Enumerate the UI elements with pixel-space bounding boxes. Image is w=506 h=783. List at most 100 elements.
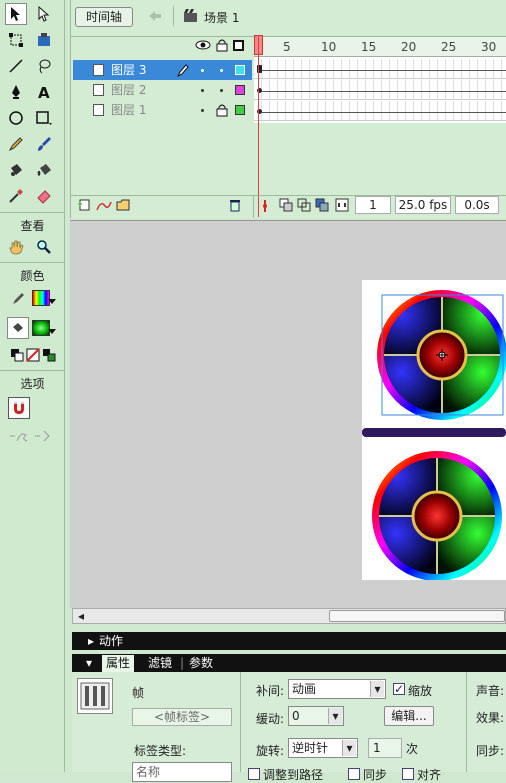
lock-dot[interactable] [220,89,223,92]
frame-row[interactable] [254,59,506,79]
add-layer-icon[interactable] [77,198,93,215]
layer-name: 图层 1 [111,103,147,117]
tools-panel: A 查看 颜色 选项 [0,0,65,772]
rotate-label: 旋转: [256,744,285,758]
smooth-icon[interactable] [8,425,30,447]
zoom-tool-icon[interactable] [33,236,55,258]
frame-rate-field[interactable]: 25.0 fps [395,196,451,214]
gradient-transform-tool-icon[interactable] [33,29,55,51]
stage-artwork [362,290,506,581]
subselection-tool-icon[interactable] [33,3,55,25]
layer-color-square[interactable] [235,65,245,75]
chevron-down-icon [48,329,56,334]
scroll-thumb[interactable] [329,610,505,622]
scale-label: 缩放 [408,684,433,698]
frame-ruler[interactable]: 1 5 10 15 20 25 30 [254,37,506,57]
expand-arrow-icon: ▸ [88,634,95,648]
snap-checkbox[interactable] [402,768,414,780]
line-tool-icon[interactable] [5,55,27,77]
ink-bottle-tool-icon[interactable] [5,159,27,181]
tab-parameters[interactable]: 参数 [189,654,213,672]
rotate-count-field[interactable]: 1 [368,738,402,758]
rotate-value: 逆时针 [292,741,329,755]
color-wheel-bottom [372,451,502,581]
straighten-icon[interactable] [33,425,55,447]
ruler-label: 10 [321,40,337,54]
frame-label-input[interactable]: <帧标签> [132,708,232,726]
onion-skin-icon[interactable] [279,198,293,215]
stroke-color-pencil-icon [8,287,30,309]
visibility-dot[interactable] [201,109,204,112]
times-label: 次 [406,742,419,756]
brush-tool-icon[interactable] [33,133,55,155]
center-frame-icon[interactable] [260,199,270,216]
current-frame-field[interactable]: 1 [355,196,391,214]
hand-tool-icon[interactable] [5,236,27,258]
delete-layer-icon[interactable] [228,198,242,215]
label-type-select[interactable]: 名称 [132,762,232,782]
actions-panel-bar[interactable]: ▸ 动作 [72,632,506,650]
lasso-tool-icon[interactable] [33,55,55,77]
motion-path [362,428,506,437]
pencil-icon [177,64,189,77]
modify-onion-markers-icon[interactable] [335,198,349,215]
sync-label: 同步 [363,768,388,782]
visibility-dot[interactable] [201,89,204,92]
lock-icon[interactable] [216,103,228,117]
tween-line [262,112,506,113]
pen-tool-icon[interactable] [5,81,27,103]
onion-skin-outlines-icon[interactable] [297,198,311,215]
elapsed-time-field[interactable]: 0.0s [455,196,499,214]
text-tool-icon[interactable]: A [33,81,55,103]
label-type-label: 标签类型: [134,744,187,758]
sync-checkbox[interactable] [348,768,360,780]
divider [240,672,241,772]
layer-row[interactable]: 图层 3 [73,60,252,80]
rotate-select[interactable]: 逆时针 ▾ [288,738,358,758]
selection-tool-icon[interactable] [5,3,27,25]
tween-line [262,91,506,92]
oval-tool-icon[interactable] [5,107,27,129]
add-motion-guide-icon[interactable] [95,198,113,215]
layer-row[interactable]: 图层 1 [73,100,252,120]
layer-color-square[interactable] [235,85,245,95]
edit-button[interactable]: 编辑... [384,706,434,726]
layer-row[interactable]: 图层 2 [73,80,252,100]
outline-icon[interactable] [233,40,244,51]
paint-bucket-tool-icon[interactable] [33,159,55,181]
swap-colors-icon[interactable] [38,344,60,366]
frame-row[interactable] [254,80,506,100]
divider [253,196,254,218]
tab-filters[interactable]: 滤镜 [148,654,172,672]
edit-multiple-frames-icon[interactable] [315,198,329,215]
back-arrow-icon[interactable] [147,9,163,26]
timeline-tab[interactable]: 时间轴 [75,7,133,27]
ruler-label: 30 [481,40,497,54]
rectangle-tool-icon[interactable] [33,107,55,129]
visibility-dot[interactable] [201,69,204,72]
frame-row[interactable] [254,101,506,121]
eraser-tool-icon[interactable] [33,185,55,207]
scale-checkbox[interactable]: ✓ [393,683,405,695]
frames-area[interactable]: 1 5 10 15 20 25 30 [254,37,506,197]
add-folder-icon[interactable] [115,198,131,215]
collapse-arrow-icon[interactable]: ▾ [86,654,92,672]
tab-properties[interactable]: 属性 [102,655,135,672]
pencil-tool-icon[interactable] [5,133,27,155]
orient-to-path-checkbox[interactable] [248,768,260,780]
free-transform-tool-icon[interactable] [5,29,27,51]
playhead[interactable] [258,35,259,217]
eye-icon[interactable] [195,38,211,55]
tween-select[interactable]: 动画 ▾ [288,679,386,699]
magnet-icon[interactable] [8,397,30,419]
scroll-left-icon[interactable]: ◂ [75,610,87,622]
lock-dot[interactable] [220,69,223,72]
eyedropper-tool-icon[interactable] [5,185,27,207]
lock-icon[interactable] [215,38,229,55]
ease-field[interactable]: 0 ▾ [288,706,344,726]
frame-label: 帧 [132,686,145,700]
layer-color-square[interactable] [235,105,245,115]
horizontal-scrollbar[interactable]: ◂ [72,608,506,624]
stage-canvas[interactable] [362,280,506,581]
scene-label[interactable]: 场景 1 [204,9,239,26]
